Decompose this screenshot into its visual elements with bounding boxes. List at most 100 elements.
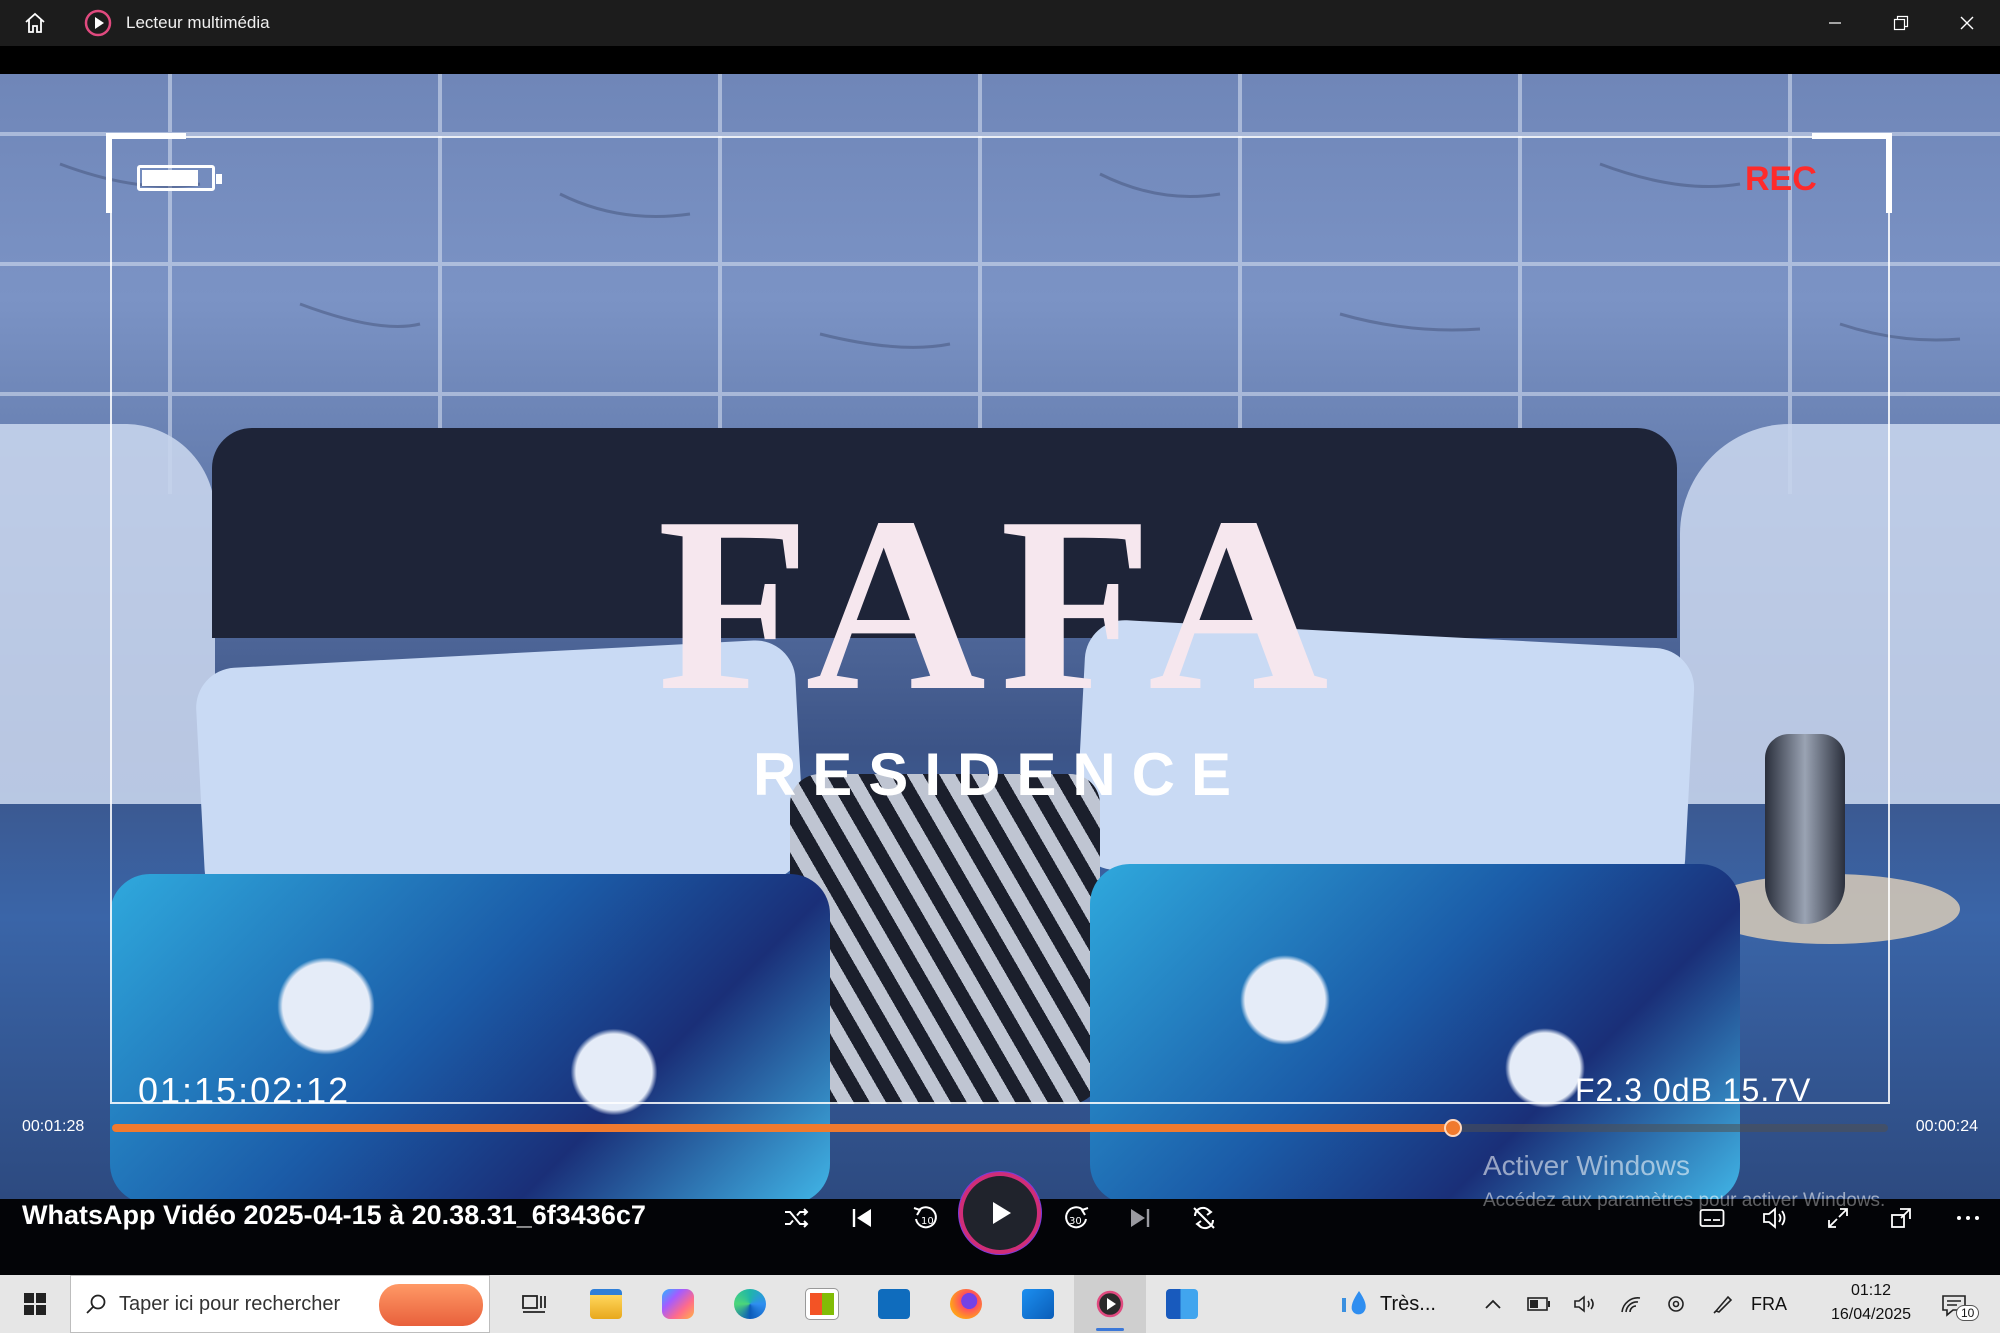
minimize-button[interactable]	[1802, 0, 1868, 46]
store-icon	[805, 1288, 839, 1320]
taskbar-clock[interactable]: 01:12 16/04/2025	[1816, 1279, 1926, 1327]
rewind-10-button[interactable]: 10	[906, 1198, 946, 1238]
title-bar: Lecteur multimédia	[0, 0, 2000, 46]
shuffle-button[interactable]	[776, 1198, 816, 1238]
copilot-icon	[662, 1289, 694, 1319]
brand-subtitle: RESIDENCE	[752, 741, 1248, 808]
show-hidden-icons-button[interactable]	[1470, 1275, 1516, 1333]
weather-text: Très...	[1380, 1292, 1436, 1315]
search-placeholder: Taper ici pour rechercher	[119, 1292, 341, 1315]
notification-count: 10	[1956, 1305, 1980, 1321]
remaining-time: 00:00:24	[1915, 1118, 1978, 1135]
wifi-icon	[1621, 1297, 1641, 1313]
home-icon	[25, 12, 45, 33]
elapsed-time: 00:01:28	[22, 1118, 85, 1135]
volume-tray-button[interactable]	[1562, 1275, 1608, 1333]
word-icon	[1166, 1289, 1198, 1319]
play-button[interactable]	[963, 1176, 1037, 1250]
forward-30-button[interactable]: 30	[1056, 1198, 1096, 1238]
weather-widget[interactable]: Très...	[1340, 1275, 1436, 1333]
seek-bar-thumb[interactable]	[1443, 1119, 1462, 1137]
taskbar-store[interactable]	[786, 1275, 858, 1333]
start-button[interactable]	[0, 1275, 70, 1333]
subtitles-icon	[1699, 1209, 1725, 1227]
media-filename: WhatsApp Vidéo 2025-04-15 à 20.38.31_6f3…	[22, 1200, 646, 1230]
rewind-10-label: 10	[921, 1216, 934, 1227]
pen-icon	[1713, 1295, 1733, 1314]
taskbar-media-player[interactable]	[1074, 1275, 1146, 1333]
more-icon	[1957, 1216, 1979, 1220]
rec-indicator: REC	[1745, 160, 1817, 198]
edge-icon	[734, 1289, 766, 1319]
skip-previous-icon	[852, 1209, 871, 1227]
battery-tray-button[interactable]	[1516, 1275, 1562, 1333]
mini-player-icon	[1891, 1208, 1911, 1228]
play-icon	[993, 1202, 1011, 1224]
taskbar-firefox[interactable]	[930, 1275, 1002, 1333]
camera-tray-icon	[1668, 1296, 1684, 1312]
media-player-icon	[1096, 1290, 1124, 1318]
clock-date: 16/04/2025	[1830, 1306, 1912, 1323]
taskbar-file-explorer[interactable]	[570, 1275, 642, 1333]
chevron-up-icon	[1485, 1299, 1501, 1309]
media-player-app-icon	[84, 9, 112, 37]
taskbar-edge[interactable]	[714, 1275, 786, 1333]
speaker-icon	[1574, 1295, 1594, 1313]
home-button[interactable]	[0, 0, 70, 46]
restore-button[interactable]	[1868, 0, 1934, 46]
letterbox-top	[0, 46, 2000, 74]
brand-title: FAFA	[657, 466, 1343, 743]
minimize-icon	[1829, 22, 1841, 24]
taskbar-search[interactable]: Taper ici pour rechercher	[70, 1275, 490, 1333]
network-tray-button[interactable]	[1608, 1275, 1654, 1333]
rewind-10-icon: 10	[913, 1206, 937, 1229]
task-view-icon	[522, 1295, 546, 1313]
system-tray: FRA	[1470, 1275, 1792, 1333]
taskbar-copilot[interactable]	[642, 1275, 714, 1333]
close-button[interactable]	[1934, 0, 2000, 46]
shuffle-icon	[785, 1208, 809, 1228]
seek-bar[interactable]	[112, 1119, 1888, 1137]
next-button[interactable]	[1120, 1198, 1160, 1238]
task-view-button[interactable]	[498, 1275, 570, 1333]
firefox-icon	[950, 1289, 982, 1319]
repeat-off-icon	[1193, 1206, 1215, 1230]
skip-next-icon	[1131, 1209, 1150, 1227]
taskbar-outlook[interactable]	[858, 1275, 930, 1333]
restore-icon	[1893, 15, 1909, 31]
camera-corner-bracket	[1812, 133, 1892, 213]
activation-watermark-title: Activer Windows	[1483, 1150, 1690, 1181]
clock-time: 01:12	[1850, 1282, 1892, 1299]
pen-tray-button[interactable]	[1700, 1275, 1746, 1333]
file-explorer-icon	[590, 1289, 622, 1319]
repeat-button[interactable]	[1184, 1198, 1224, 1238]
subtitles-button[interactable]	[1692, 1198, 1732, 1238]
battery-tray-icon	[1527, 1297, 1550, 1311]
volume-button[interactable]	[1755, 1198, 1795, 1238]
notifications-button[interactable]: 10	[1934, 1285, 1980, 1325]
taskbar-word[interactable]	[1146, 1275, 1218, 1333]
forward-30-label: 30	[1069, 1216, 1082, 1227]
meet-now-tray-button[interactable]	[1654, 1275, 1700, 1333]
outlook-icon	[878, 1289, 910, 1319]
mini-player-button[interactable]	[1881, 1198, 1921, 1238]
previous-button[interactable]	[842, 1198, 882, 1238]
forward-30-icon: 30	[1065, 1206, 1089, 1229]
search-highlight-image	[379, 1284, 483, 1326]
input-language-button[interactable]: FRA	[1746, 1275, 1792, 1333]
close-icon	[1960, 16, 1974, 30]
windows-icon	[24, 1293, 46, 1315]
fullscreen-button[interactable]	[1818, 1198, 1858, 1238]
seek-bar-progress	[112, 1124, 1453, 1132]
volume-icon	[1763, 1207, 1786, 1229]
more-options-button[interactable]	[1948, 1198, 1988, 1238]
fullscreen-icon	[1828, 1208, 1848, 1228]
battery-icon	[137, 165, 222, 191]
taskbar-mail[interactable]	[1002, 1275, 1074, 1333]
mail-icon	[1022, 1289, 1054, 1319]
camera-stats: F2.3 0dB 15.7V	[1575, 1072, 1812, 1108]
window-title: Lecteur multimédia	[126, 13, 270, 32]
camera-timecode: 01:15:02:12	[138, 1070, 351, 1111]
raindrop-icon	[1342, 1291, 1366, 1315]
search-icon	[86, 1294, 106, 1314]
